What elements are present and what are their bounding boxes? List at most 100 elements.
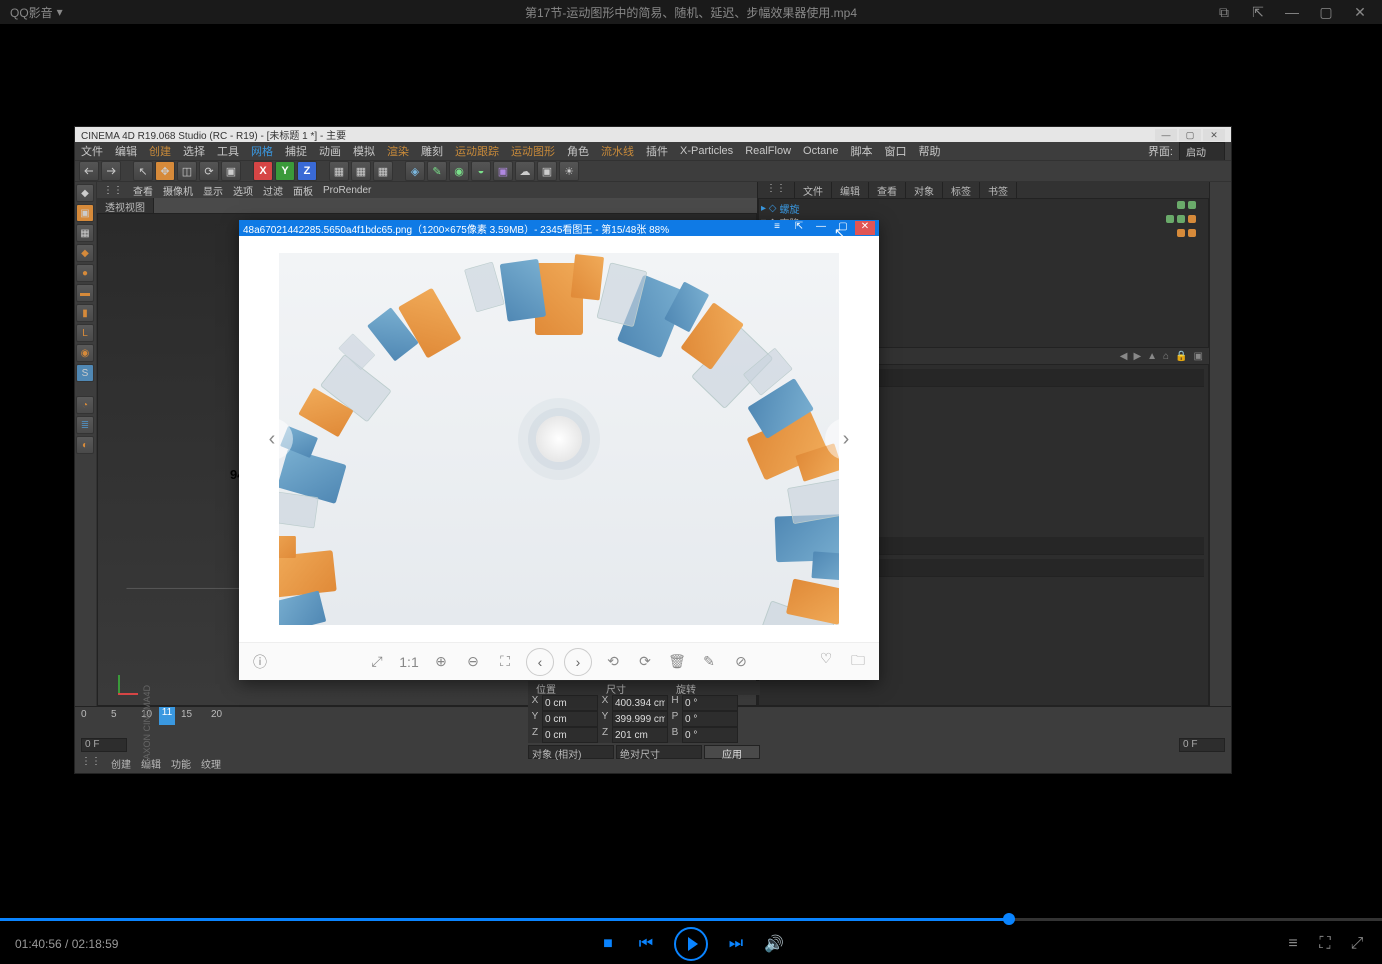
cam-button[interactable]: ▣ (537, 161, 557, 181)
c4d-close-button[interactable]: ✕ (1203, 129, 1225, 141)
c4d-max-button[interactable]: ▢ (1179, 129, 1201, 141)
iv-fit-icon[interactable]: ⤢ (366, 653, 388, 670)
scale-tool[interactable]: ◫ (177, 161, 197, 181)
menu-char[interactable]: 角色 (567, 143, 589, 159)
latest-tool[interactable]: ▣ (221, 161, 241, 181)
playlist-button[interactable]: ≡ (1283, 935, 1303, 953)
stop-button[interactable]: ■ (598, 935, 618, 953)
iv-zoomin-icon[interactable]: ⊕ (430, 653, 452, 670)
menu-select[interactable]: 选择 (183, 143, 205, 159)
y-axis-button[interactable]: Y (275, 161, 295, 181)
iv-nav-prev[interactable]: ‹ (526, 648, 554, 676)
menu-snap[interactable]: 捕捉 (285, 143, 307, 159)
aspect-button[interactable]: ⛶ (1315, 935, 1335, 953)
vp-display[interactable]: 显示 (203, 183, 223, 198)
undo-button[interactable] (79, 161, 99, 181)
iv-pin-button[interactable]: ⇱ (789, 221, 809, 235)
timeline-current[interactable]: 11 (159, 707, 175, 725)
iv-edit-icon[interactable]: ✎ (698, 653, 720, 670)
menu-render[interactable]: 渲染 (387, 143, 409, 159)
coord-sizebtn[interactable]: 绝对尺寸 (616, 745, 702, 759)
iv-fav-icon[interactable]: ♡ (815, 650, 837, 674)
iv-block-icon[interactable]: ⊘ (730, 653, 752, 670)
obj-bookmark[interactable]: 书签 (980, 182, 1017, 198)
fullscreen-button[interactable]: ⤢ (1347, 935, 1367, 953)
menu-help[interactable]: 帮助 (919, 143, 941, 159)
image-viewer-title[interactable]: 48a67021442285.5650a4f1bdc65.png（1200×67… (239, 220, 879, 236)
coord-mode[interactable]: 对象 (相对) (528, 745, 614, 759)
next-button[interactable]: ⏭ (726, 935, 746, 953)
redo-button[interactable] (101, 161, 121, 181)
menu-script[interactable]: 脚本 (851, 143, 873, 159)
deformer-button[interactable]: ▣ (493, 161, 513, 181)
attr-next-icon[interactable]: ▶ (1133, 351, 1141, 362)
image-viewer-body[interactable]: ‹ › (239, 236, 879, 642)
menu-sim[interactable]: 模拟 (353, 143, 375, 159)
menu-rf[interactable]: RealFlow (745, 145, 791, 157)
attr-home-icon[interactable]: ⌂ (1163, 351, 1169, 362)
make-editable-icon[interactable]: ◆ (76, 184, 94, 202)
iv-prev-image[interactable]: ‹ (251, 418, 293, 460)
play-button[interactable] (674, 927, 708, 961)
prev-button[interactable]: ⏮ (636, 935, 656, 953)
workplane-icon[interactable]: ◆ (76, 244, 94, 262)
menu-anim[interactable]: 动画 (319, 143, 341, 159)
move-tool[interactable]: ✥ (155, 161, 175, 181)
iv-close-button[interactable]: ✕ (855, 221, 875, 235)
iv-info-icon[interactable]: ⓘ (249, 652, 271, 672)
menu-sculpt[interactable]: 雕刻 (421, 143, 443, 159)
vp-filter[interactable]: 过滤 (263, 183, 283, 198)
progress-track[interactable] (0, 918, 1382, 921)
frame-start[interactable]: 0 F (81, 738, 127, 752)
pin-button[interactable]: ⇱ (1246, 0, 1270, 24)
render-set-button[interactable]: ▦ (373, 161, 393, 181)
fb-create[interactable]: 创建 (111, 756, 131, 771)
z-axis-button[interactable]: Z (297, 161, 317, 181)
vp-cam[interactable]: 摄像机 (163, 183, 193, 198)
c4d-min-button[interactable]: — (1155, 129, 1177, 141)
close-button[interactable]: ✕ (1348, 0, 1372, 24)
menu-mesh[interactable]: 网格 (251, 143, 273, 159)
iv-del-icon[interactable]: 🗑 (666, 653, 688, 670)
frame-end[interactable]: 0 F (1179, 738, 1225, 752)
vp-panel[interactable]: 面板 (293, 183, 313, 198)
obj-edit[interactable]: 编辑 (832, 182, 869, 198)
coord-apply[interactable]: 应用 (704, 745, 760, 759)
model-mode-icon[interactable]: ▣ (76, 204, 94, 222)
vp-options[interactable]: 选项 (233, 183, 253, 198)
volume-button[interactable]: 🔊 (764, 934, 784, 954)
menu-mograph[interactable]: 运动图形 (511, 143, 555, 159)
obj-view[interactable]: 查看 (869, 182, 906, 198)
tex-mode-icon[interactable]: ▦ (76, 224, 94, 242)
light-button[interactable]: ☀ (559, 161, 579, 181)
fb-func[interactable]: 功能 (171, 756, 191, 771)
iv-zoomout-icon[interactable]: ⊖ (462, 653, 484, 670)
rotate-tool[interactable]: ⟳ (199, 161, 219, 181)
snap-icon[interactable]: S (76, 364, 94, 382)
render-pv-button[interactable]: ▦ (351, 161, 371, 181)
fb-tex[interactable]: 纹理 (201, 756, 221, 771)
cube-primitive[interactable]: ◈ (405, 161, 425, 181)
menu-tools[interactable]: 工具 (217, 143, 239, 159)
pip-button[interactable]: ⧉ (1212, 0, 1236, 24)
player-app-chevron-icon[interactable]: ▾ (57, 5, 63, 19)
misc-icon[interactable]: ◐ (76, 436, 94, 454)
iv-folder-icon[interactable]: 🗀 (847, 650, 869, 674)
axis-icon[interactable]: L (76, 324, 94, 342)
menu-create[interactable]: 创建 (149, 143, 171, 159)
menu-window[interactable]: 窗口 (885, 143, 907, 159)
obj-file[interactable]: 文件 (795, 182, 832, 198)
menu-pipe[interactable]: 流水线 (601, 143, 634, 159)
menu-edit[interactable]: 编辑 (115, 143, 137, 159)
maximize-button[interactable]: ▢ (1314, 0, 1338, 24)
vp-view[interactable]: 查看 (133, 183, 153, 198)
attr-up-icon[interactable]: ▲ (1147, 351, 1157, 362)
edge-mode-icon[interactable]: ▬ (76, 284, 94, 302)
iv-min-button[interactable]: — (811, 221, 831, 235)
iv-rotl-icon[interactable]: ⟲ (602, 653, 624, 670)
point-mode-icon[interactable]: ● (76, 264, 94, 282)
attr-box-icon[interactable]: ▣ (1194, 351, 1203, 362)
vp-grip-icon[interactable]: ⋮⋮ (103, 185, 123, 196)
env-button[interactable]: ☁ (515, 161, 535, 181)
viewport-solo-icon[interactable]: ◔ (76, 396, 94, 414)
